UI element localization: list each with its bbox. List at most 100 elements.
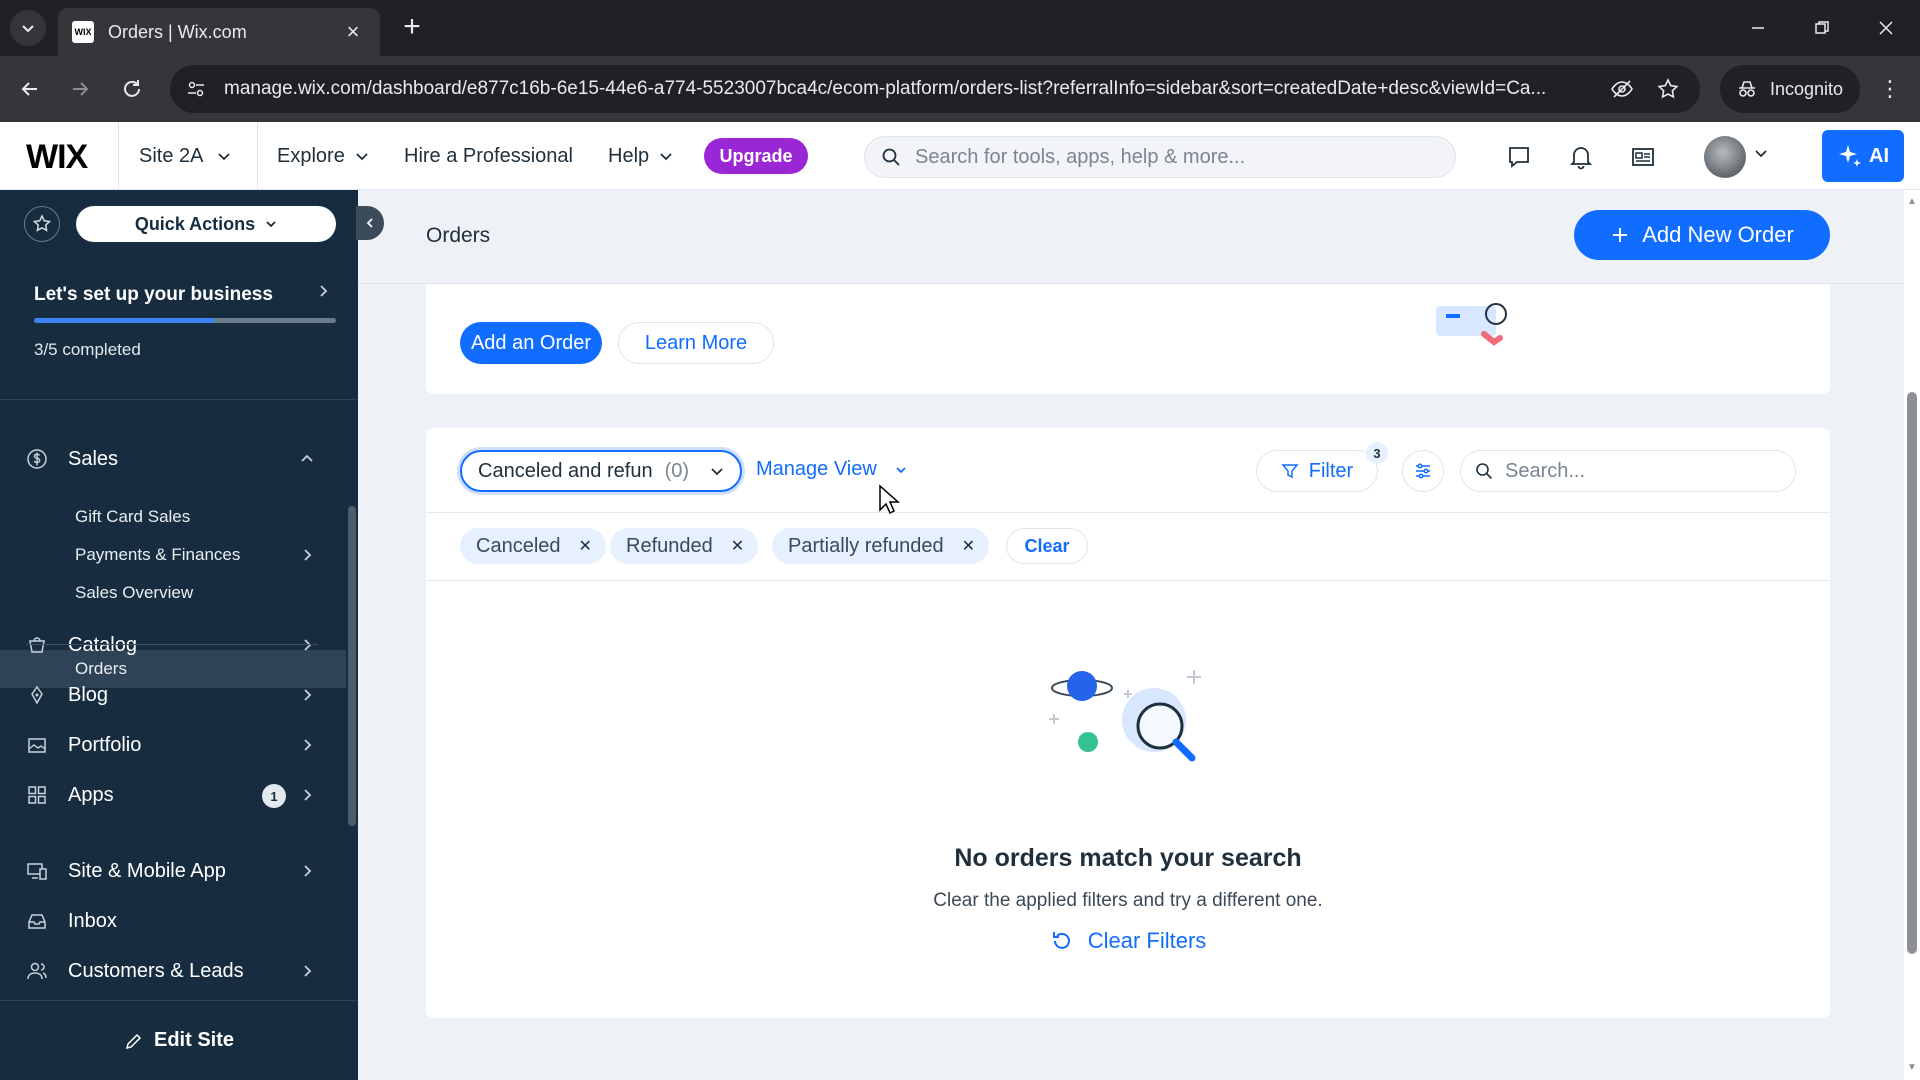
favorites-star-icon[interactable] xyxy=(24,206,60,242)
orders-search-input[interactable] xyxy=(1505,459,1775,483)
tab-search-button[interactable] xyxy=(10,10,46,46)
tab-close-icon[interactable]: × xyxy=(340,19,366,45)
catalog-icon xyxy=(26,634,48,656)
sidebar-item-portfolio[interactable]: Portfolio xyxy=(0,720,346,770)
chevron-down-icon xyxy=(711,468,723,476)
sidebar-item-blog[interactable]: Blog xyxy=(0,670,346,720)
chat-icon[interactable] xyxy=(1502,140,1536,174)
clear-filters-button[interactable]: Clear Filters xyxy=(426,928,1830,954)
browser-tab-bar: WIX Orders | Wix.com × + xyxy=(0,0,1920,56)
sidebar-item-customers-leads[interactable]: Customers & Leads xyxy=(0,946,346,996)
learn-more-button[interactable]: Learn More xyxy=(618,322,774,364)
site-name: Site 2A xyxy=(139,144,204,167)
plus-icon xyxy=(1613,228,1628,242)
sidebar-item-sales[interactable]: Sales xyxy=(0,434,346,484)
add-new-order-button[interactable]: Add New Order xyxy=(1574,210,1830,260)
chevron-right-icon xyxy=(320,285,328,297)
sidebar-subitem-payments-finances[interactable]: Payments & Finances xyxy=(0,536,346,574)
chevron-right-icon xyxy=(304,789,312,801)
restore-window-icon[interactable] xyxy=(1802,10,1842,46)
sidebar-scrollbar[interactable] xyxy=(348,506,356,826)
table-settings-button[interactable] xyxy=(1402,450,1444,492)
forward-arrow-icon[interactable] xyxy=(62,71,98,107)
filter-count-badge: 3 xyxy=(1366,442,1388,464)
sidebar-item-inbox[interactable]: Inbox xyxy=(0,896,346,946)
sidebar-item-label: Customers & Leads xyxy=(68,959,244,982)
new-tab-button[interactable]: + xyxy=(396,12,428,44)
browser-tab-orders[interactable]: WIX Orders | Wix.com × xyxy=(58,8,380,56)
chip-label: Refunded xyxy=(626,534,713,557)
close-window-icon[interactable] xyxy=(1866,10,1906,46)
user-avatar[interactable] xyxy=(1704,136,1746,178)
sidebar-item-apps[interactable]: Apps 1 xyxy=(0,770,346,820)
help-menu[interactable]: Help xyxy=(608,122,673,190)
page-title: Orders xyxy=(426,224,491,247)
chevron-left-icon xyxy=(366,218,373,228)
back-arrow-icon[interactable] xyxy=(12,71,48,107)
site-info-icon[interactable] xyxy=(186,79,206,99)
banner-illustration-icon xyxy=(1436,303,1507,346)
filter-chip-partially-refunded[interactable]: Partially refunded ✕ xyxy=(772,528,990,564)
chevron-down-icon xyxy=(218,153,231,161)
close-icon[interactable]: ✕ xyxy=(962,536,975,556)
news-feed-icon[interactable] xyxy=(1626,140,1660,174)
scroll-down-arrow-icon[interactable]: ▼ xyxy=(1906,1062,1918,1074)
sidebar-item-label: Portfolio xyxy=(68,733,142,756)
manage-view-button[interactable]: Manage View xyxy=(756,458,907,481)
explore-label: Explore xyxy=(277,144,345,167)
portfolio-icon xyxy=(26,734,48,756)
chevron-down-icon[interactable] xyxy=(1754,146,1768,160)
sidebar-subitem-gift-card-sales[interactable]: Gift Card Sales xyxy=(0,498,346,536)
search-icon xyxy=(1476,463,1493,480)
filter-button[interactable]: Filter xyxy=(1256,450,1378,492)
minimize-window-icon[interactable] xyxy=(1738,10,1778,46)
site-selector[interactable]: Site 2A xyxy=(118,122,258,190)
chip-label: Partially refunded xyxy=(788,534,944,557)
explore-menu[interactable]: Explore xyxy=(277,122,369,190)
incognito-indicator[interactable]: Incognito xyxy=(1720,65,1860,113)
notifications-bell-icon[interactable] xyxy=(1564,140,1598,174)
ai-assistant-button[interactable]: AI xyxy=(1822,130,1904,182)
sidebar-item-label: Apps xyxy=(68,783,114,806)
edit-site-button[interactable]: Edit Site xyxy=(0,1000,358,1080)
global-search[interactable] xyxy=(864,136,1456,178)
global-search-input[interactable] xyxy=(915,145,1415,169)
bookmark-star-icon[interactable] xyxy=(1656,77,1680,101)
orders-search[interactable] xyxy=(1460,450,1796,492)
clear-chips-button[interactable]: Clear xyxy=(1006,528,1088,564)
main-scrollbar-thumb[interactable] xyxy=(1907,392,1917,954)
reload-icon[interactable] xyxy=(114,71,150,107)
sidebar-subitem-label: Sales Overview xyxy=(75,583,194,602)
browser-menu-icon[interactable]: ⋮ xyxy=(1872,71,1908,107)
sidebar-item-site-mobile-app[interactable]: Site & Mobile App xyxy=(0,846,346,896)
view-selector[interactable]: Canceled and refun (0) xyxy=(460,450,742,492)
quick-actions-button[interactable]: Quick Actions xyxy=(76,206,336,242)
customers-icon xyxy=(26,960,48,982)
dollar-circle-icon xyxy=(26,448,48,470)
chevron-down-icon xyxy=(356,153,368,161)
chip-label: Canceled xyxy=(476,534,561,557)
eye-off-icon[interactable] xyxy=(1610,77,1634,101)
close-icon[interactable]: ✕ xyxy=(731,536,744,556)
chevron-down-icon xyxy=(896,466,906,473)
close-icon[interactable]: ✕ xyxy=(579,536,592,556)
scroll-up-arrow-icon[interactable]: ▲ xyxy=(1906,196,1918,208)
sidebar-divider xyxy=(26,644,318,645)
filter-chip-refunded[interactable]: Refunded ✕ xyxy=(610,528,759,564)
mouse-cursor-icon xyxy=(879,484,900,515)
pencil-icon xyxy=(125,1033,142,1049)
chevron-right-icon xyxy=(304,689,312,701)
sidebar-item-catalog[interactable]: Catalog xyxy=(0,620,346,670)
clear-filters-label: Clear Filters xyxy=(1087,928,1207,953)
add-an-order-button[interactable]: Add an Order xyxy=(460,322,602,364)
upgrade-button[interactable]: Upgrade xyxy=(704,138,808,174)
url-omnibox[interactable]: manage.wix.com/dashboard/e877c16b-6e15-4… xyxy=(170,65,1700,113)
empty-state-title: No orders match your search xyxy=(954,844,1302,872)
apps-grid-icon xyxy=(26,784,48,806)
setup-progress-card[interactable]: Let's set up your business 3/5 completed xyxy=(0,260,358,400)
filter-chip-canceled[interactable]: Canceled ✕ xyxy=(460,528,606,564)
wix-logo[interactable]: WIX xyxy=(26,138,88,177)
hire-professional-link[interactable]: Hire a Professional xyxy=(404,122,573,190)
sidebar: Quick Actions Let's set up your business… xyxy=(0,190,358,1080)
sidebar-subitem-sales-overview[interactable]: Sales Overview xyxy=(0,574,346,612)
